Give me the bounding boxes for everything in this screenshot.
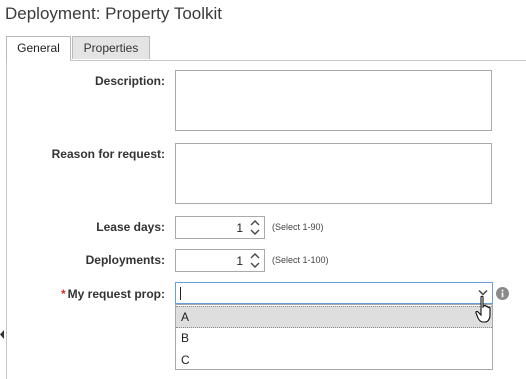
- lease-days-hint: (Select 1-90): [272, 222, 324, 232]
- request-prop-label-text: My request prop:: [67, 287, 165, 301]
- deployments-value: 1: [236, 254, 243, 268]
- description-field[interactable]: [175, 70, 492, 131]
- text-caret: [180, 287, 181, 300]
- reason-label: Reason for request:: [51, 147, 165, 161]
- lease-days-label: Lease days:: [96, 220, 165, 234]
- option-c[interactable]: C: [176, 349, 492, 371]
- tab-properties[interactable]: Properties: [72, 36, 150, 59]
- stepper-arrows-icon[interactable]: [248, 218, 262, 237]
- request-prop-options: A B C: [175, 304, 493, 370]
- deployments-hint: (Select 1-100): [272, 255, 329, 265]
- option-a[interactable]: A: [176, 306, 492, 328]
- deployments-stepper[interactable]: 1: [175, 249, 265, 272]
- page-title: Deployment: Property Toolkit: [5, 4, 223, 23]
- info-icon[interactable]: [496, 287, 509, 300]
- request-prop-label: * My request prop:: [61, 287, 165, 301]
- reason-field[interactable]: [175, 143, 492, 204]
- deployments-label: Deployments:: [85, 253, 165, 267]
- request-prop-select[interactable]: [175, 282, 493, 304]
- description-label: Description:: [94, 74, 165, 88]
- stepper-arrows-icon[interactable]: [248, 251, 262, 270]
- lease-days-value: 1: [236, 221, 243, 235]
- collapse-arrow-icon[interactable]: [0, 330, 5, 339]
- option-b[interactable]: B: [176, 327, 492, 349]
- tab-general[interactable]: General: [6, 36, 71, 61]
- lease-days-stepper[interactable]: 1: [175, 216, 265, 239]
- hand-pointer-icon: [475, 295, 491, 323]
- required-marker: *: [60, 287, 66, 301]
